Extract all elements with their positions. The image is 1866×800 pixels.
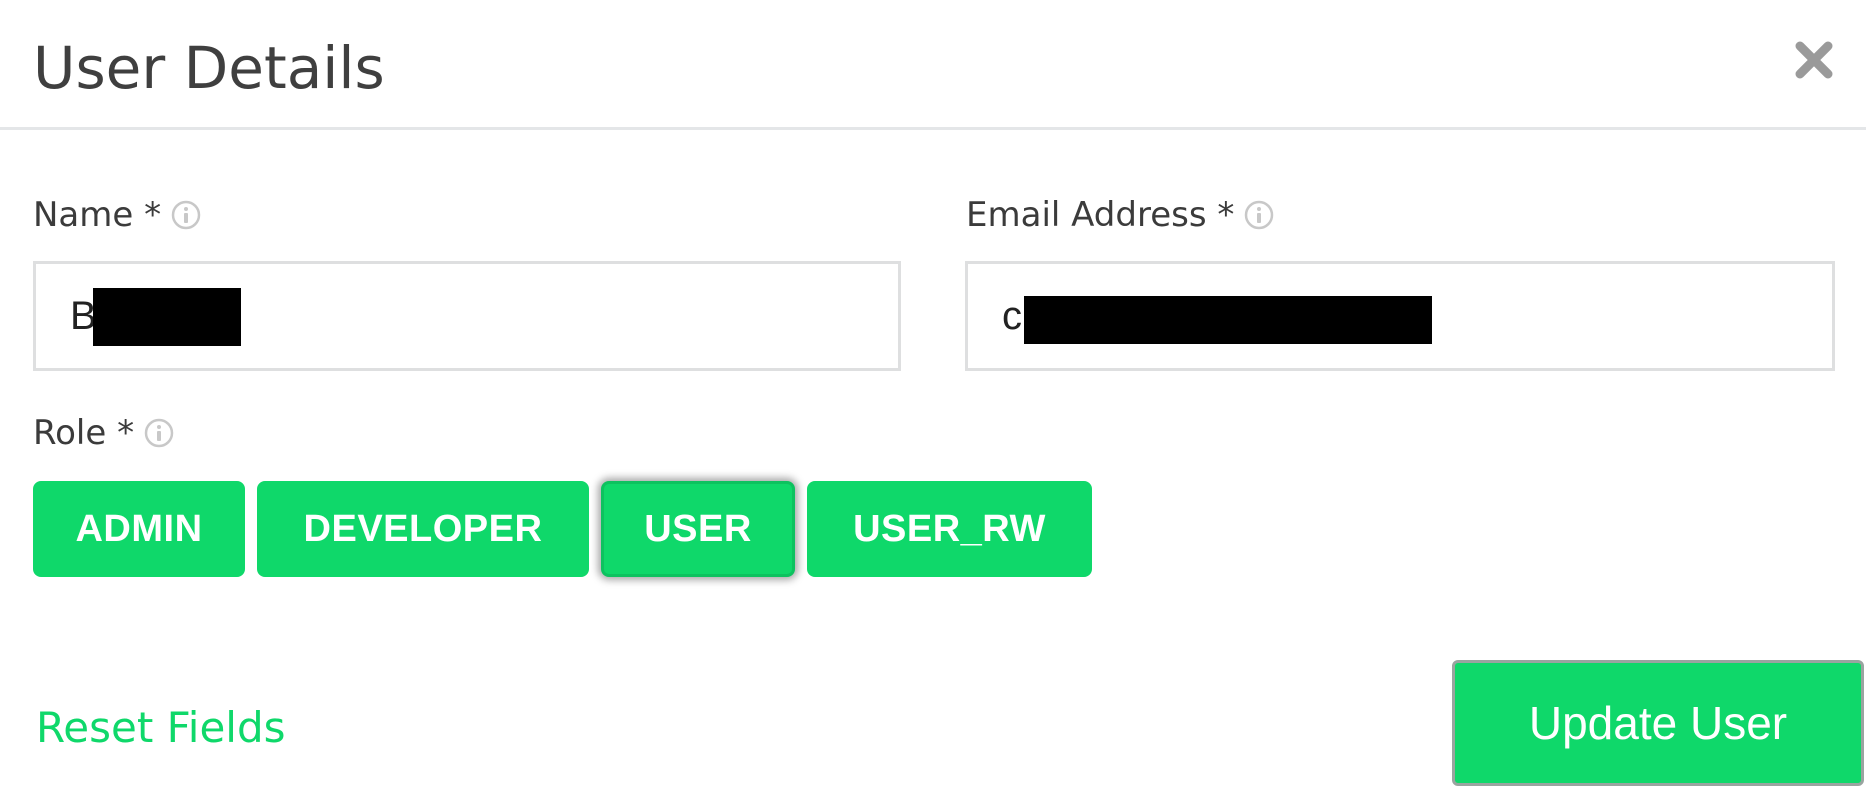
info-icon[interactable] (144, 418, 174, 448)
role-label: Role * (33, 413, 135, 453)
update-user-button[interactable]: Update User (1452, 660, 1864, 786)
info-icon[interactable] (1244, 200, 1274, 230)
dialog-header: User Details (0, 0, 1866, 130)
email-input[interactable] (965, 261, 1835, 371)
role-field-label-row: Role * (33, 411, 174, 455)
close-icon (1795, 41, 1833, 79)
role-button-group: ADMIN DEVELOPER USER USER_RW (33, 481, 1092, 577)
role-user-rw-button[interactable]: USER_RW (807, 481, 1092, 577)
dialog-title: User Details (33, 34, 385, 102)
role-developer-button[interactable]: DEVELOPER (257, 481, 589, 577)
email-field-label-row: Email Address * (966, 193, 1274, 237)
role-user-button[interactable]: USER (601, 481, 795, 577)
reset-fields-link[interactable]: Reset Fields (36, 700, 286, 756)
email-label: Email Address * (966, 195, 1235, 235)
close-button[interactable] (1790, 36, 1838, 84)
user-details-dialog: User Details Name * Email Address * Role… (0, 0, 1866, 800)
role-admin-button[interactable]: ADMIN (33, 481, 245, 577)
name-field-label-row: Name * (33, 193, 201, 237)
info-icon[interactable] (171, 200, 201, 230)
name-label: Name * (33, 195, 162, 235)
name-input[interactable] (33, 261, 901, 371)
